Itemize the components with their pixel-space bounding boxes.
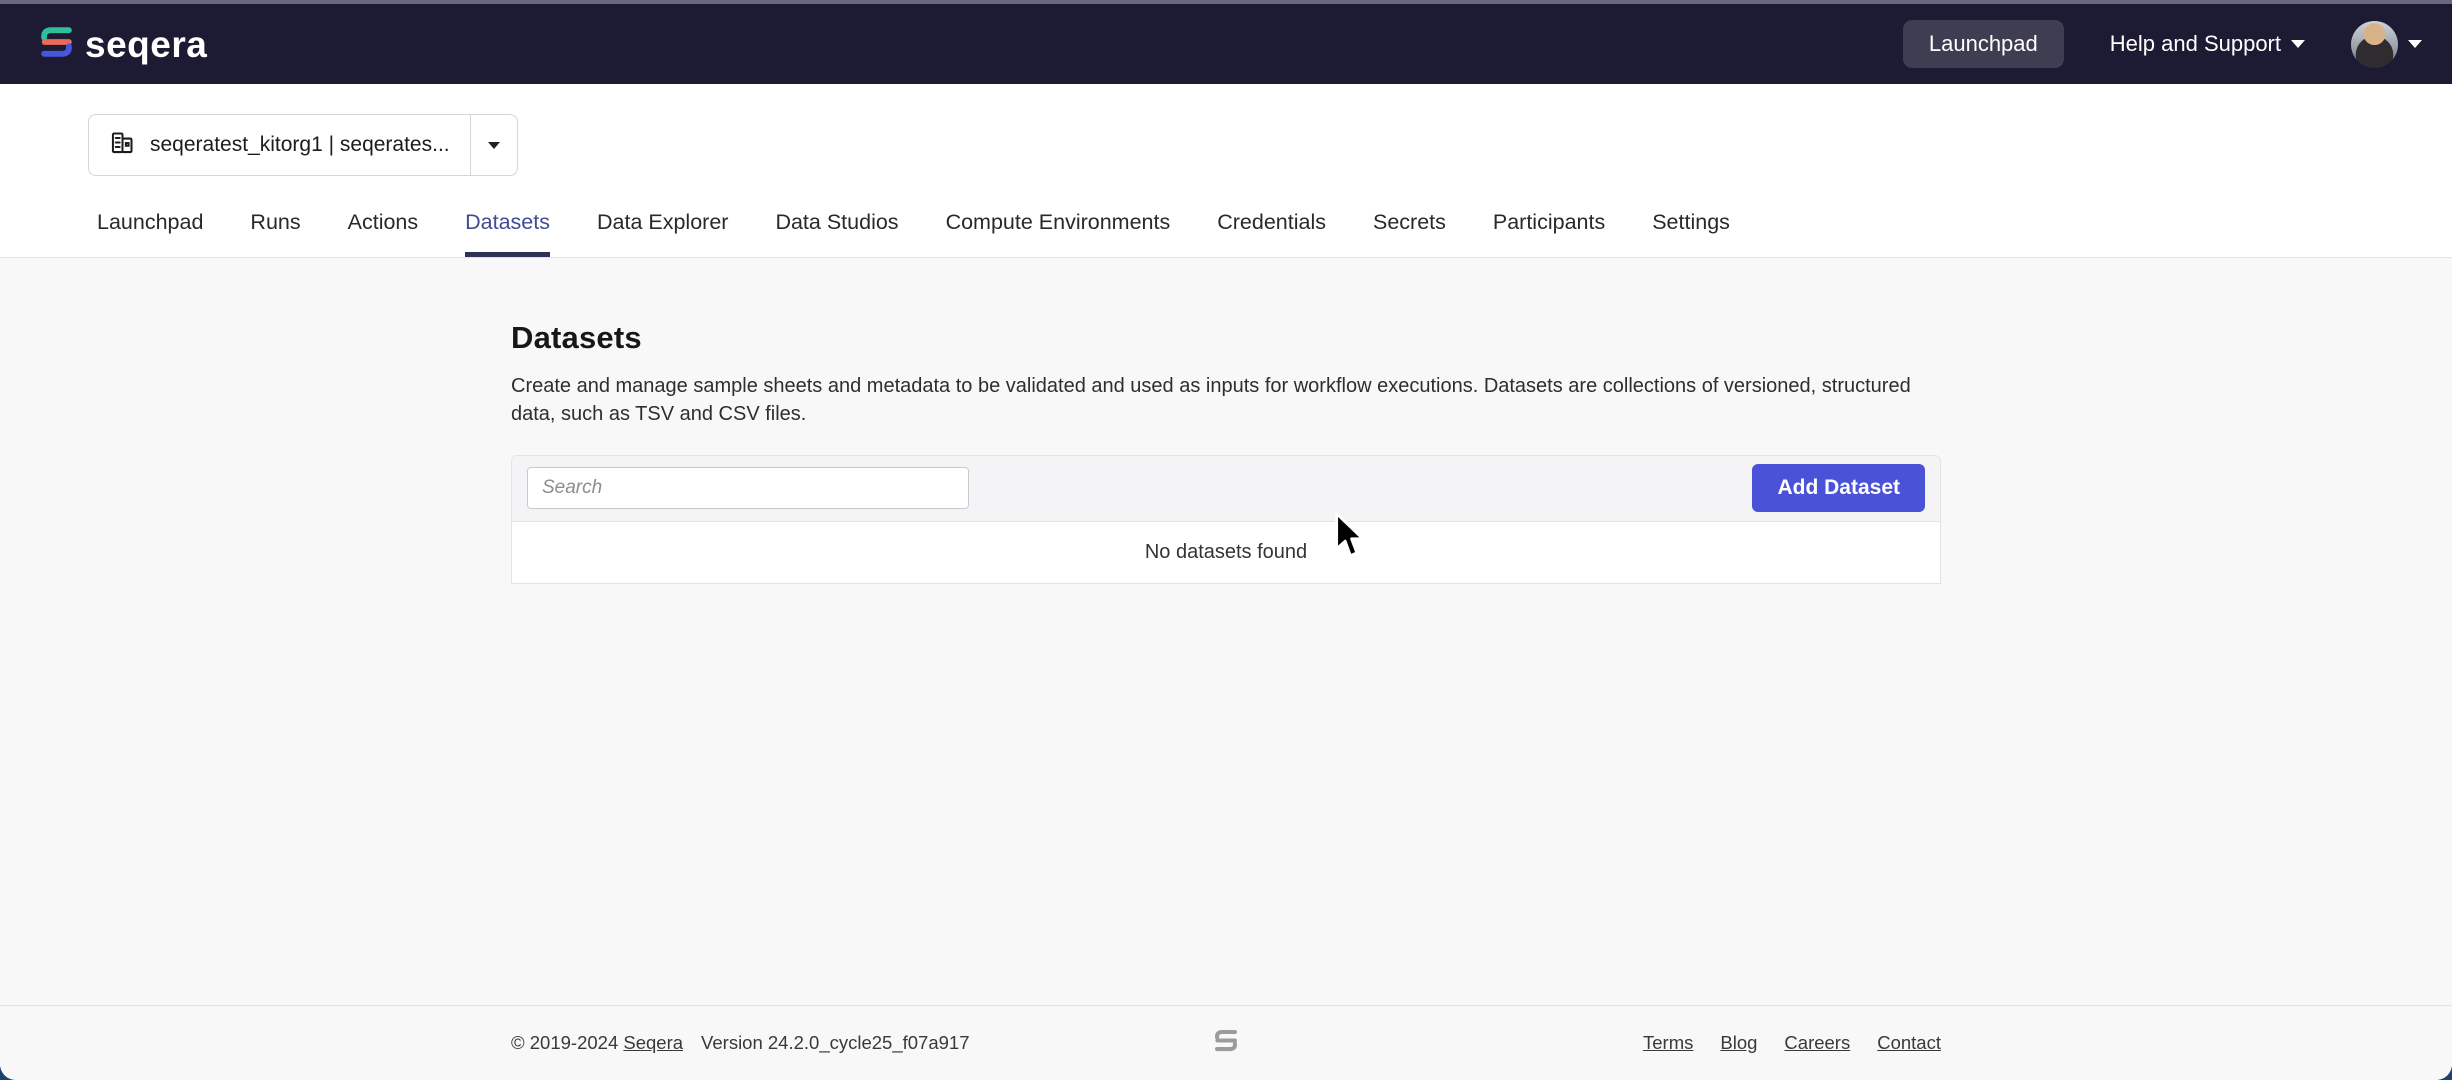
tab-secrets[interactable]: Secrets <box>1373 210 1446 257</box>
workspace-tabs: Launchpad Runs Actions Datasets Data Exp… <box>97 210 2452 257</box>
app-window: seqera Launchpad Help and Support <box>0 0 2452 1080</box>
tab-settings[interactable]: Settings <box>1652 210 1730 257</box>
empty-state-message: No datasets found <box>1145 541 1307 564</box>
seqera-mark-icon <box>1212 1028 1240 1059</box>
tab-launchpad[interactable]: Launchpad <box>97 210 203 257</box>
contact-link[interactable]: Contact <box>1877 1032 1941 1054</box>
datasets-toolbar: Add Dataset <box>511 455 1941 522</box>
page-header: seqeratest_kitorg1 | seqerates... Launch… <box>0 84 2452 258</box>
brand-logo[interactable]: seqera <box>38 24 207 65</box>
organization-icon <box>109 129 136 161</box>
careers-link[interactable]: Careers <box>1784 1032 1850 1054</box>
workspace-selector-label: seqeratest_kitorg1 | seqerates... <box>150 133 450 157</box>
workspace-selector-dropdown[interactable] <box>470 115 517 175</box>
navbar-right: Launchpad Help and Support <box>1903 20 2422 68</box>
main-content: Datasets Create and manage sample sheets… <box>0 258 2452 1005</box>
workspace-selector-main[interactable]: seqeratest_kitorg1 | seqerates... <box>89 115 470 175</box>
avatar <box>2351 21 2398 68</box>
user-menu[interactable] <box>2351 21 2422 68</box>
footer-links: Terms Blog Careers Contact <box>1643 1032 1941 1054</box>
footer-left: © 2019-2024 Seqera Version 24.2.0_cycle2… <box>511 1032 970 1054</box>
brand-name: seqera <box>85 26 207 63</box>
search-input[interactable] <box>527 467 969 509</box>
chevron-down-icon <box>488 142 500 149</box>
empty-state-row: No datasets found <box>511 522 1941 584</box>
tab-actions[interactable]: Actions <box>348 210 419 257</box>
tab-data-explorer[interactable]: Data Explorer <box>597 210 728 257</box>
workspace-selector[interactable]: seqeratest_kitorg1 | seqerates... <box>88 114 518 176</box>
top-navbar: seqera Launchpad Help and Support <box>0 4 2452 84</box>
datasets-card: Add Dataset No datasets found <box>511 455 1941 584</box>
tab-runs[interactable]: Runs <box>250 210 300 257</box>
tab-participants[interactable]: Participants <box>1493 210 1605 257</box>
tab-datasets[interactable]: Datasets <box>465 210 550 257</box>
copyright-text: © 2019-2024 Seqera <box>511 1032 683 1054</box>
seqera-link[interactable]: Seqera <box>623 1032 683 1053</box>
page-title: Datasets <box>511 320 1941 356</box>
footer: © 2019-2024 Seqera Version 24.2.0_cycle2… <box>0 1005 2452 1080</box>
launchpad-button[interactable]: Launchpad <box>1903 20 2064 68</box>
version-text: Version 24.2.0_cycle25_f07a917 <box>701 1032 969 1054</box>
chevron-down-icon <box>2291 40 2305 48</box>
screen: seqera Launchpad Help and Support <box>0 0 2452 1080</box>
seqera-logo-icon <box>38 24 75 65</box>
tab-credentials[interactable]: Credentials <box>1217 210 1326 257</box>
tab-data-studios[interactable]: Data Studios <box>775 210 898 257</box>
chevron-down-icon <box>2408 40 2422 48</box>
blog-link[interactable]: Blog <box>1720 1032 1757 1054</box>
page-description: Create and manage sample sheets and meta… <box>511 372 1941 429</box>
help-and-support-menu[interactable]: Help and Support <box>2110 31 2305 57</box>
terms-link[interactable]: Terms <box>1643 1032 1693 1054</box>
add-dataset-button[interactable]: Add Dataset <box>1752 464 1925 512</box>
help-and-support-label: Help and Support <box>2110 31 2281 57</box>
tab-compute-environments[interactable]: Compute Environments <box>946 210 1171 257</box>
